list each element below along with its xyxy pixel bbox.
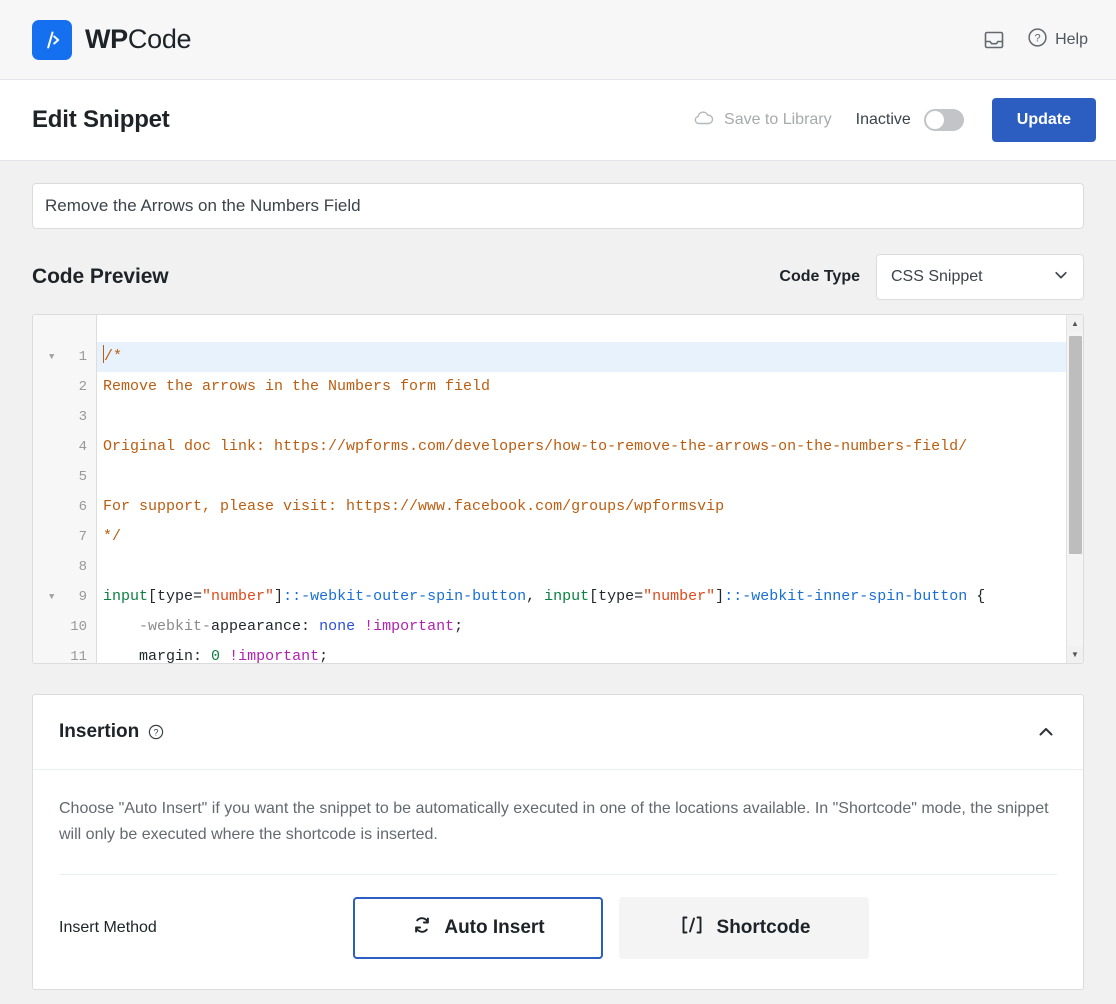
auto-insert-button[interactable]: Auto Insert	[353, 897, 603, 959]
snippet-title-input[interactable]	[32, 183, 1084, 229]
insert-method-row: Insert Method Auto Insert Shortcode	[59, 875, 1057, 989]
chevron-down-icon	[1053, 267, 1069, 288]
code-type-value: CSS Snippet	[891, 268, 983, 285]
cloud-icon	[693, 110, 715, 131]
code-editor[interactable]: ▼ 1 2 3 4 5 6 7 8 ▼ 9 10 11 /* Remove the …	[32, 314, 1084, 664]
shortcode-label: Shortcode	[716, 917, 811, 938]
code-line-11[interactable]: margin: 0 !important;	[97, 642, 1083, 663]
page-header: Edit Snippet Save to Library Inactive Up…	[0, 80, 1116, 161]
code-line-5[interactable]	[97, 462, 1083, 492]
line-number[interactable]: 5	[33, 462, 96, 492]
fold-arrow-icon[interactable]: ▼	[49, 582, 54, 612]
line-number[interactable]: 10	[33, 612, 96, 642]
code-line-7[interactable]: */	[97, 522, 1083, 552]
line-number[interactable]: ▼ 1	[33, 342, 96, 372]
help-link[interactable]: ? Help	[1027, 27, 1088, 53]
update-button[interactable]: Update	[991, 98, 1096, 142]
code-preview-header: Code Preview Code Type CSS Snippet	[32, 254, 1084, 300]
code-line-4[interactable]: Original doc link: https://wpforms.com/d…	[97, 432, 1083, 462]
code-line-1[interactable]: /*	[97, 342, 1083, 372]
scrollbar-track[interactable]	[1067, 332, 1084, 646]
code-line-8[interactable]	[97, 552, 1083, 582]
snippet-active-toggle[interactable]	[923, 109, 964, 131]
save-to-library-label: Save to Library	[724, 111, 832, 128]
help-label: Help	[1055, 30, 1088, 48]
insertion-title: Insertion	[59, 721, 140, 742]
line-number[interactable]: 3	[33, 402, 96, 432]
code-editor-scrollbar[interactable]: ▲ ▼	[1066, 315, 1083, 663]
inbox-icon[interactable]	[983, 29, 1005, 51]
code-type-label: Code Type	[779, 268, 860, 285]
wpcode-logo[interactable]: WPCode	[32, 19, 192, 60]
insertion-panel-header[interactable]: Insertion ?	[33, 695, 1083, 770]
code-type-control: Code Type CSS Snippet	[779, 254, 1084, 300]
fold-arrow-icon[interactable]: ▼	[49, 342, 54, 372]
shortcode-icon	[678, 914, 706, 942]
code-editor-text[interactable]: /* Remove the arrows in the Numbers form…	[97, 315, 1083, 663]
scrollbar-thumb[interactable]	[1068, 336, 1082, 554]
brand-bold: WP	[85, 24, 128, 54]
svg-text:?: ?	[1035, 32, 1041, 44]
insert-method-options: Auto Insert Shortcode	[353, 897, 869, 959]
insertion-panel-body: Choose "Auto Insert" if you want the sni…	[33, 770, 1083, 989]
code-preview-title: Code Preview	[32, 265, 169, 288]
caret-up-icon[interactable]: ▲	[1066, 315, 1083, 332]
sync-icon	[411, 914, 433, 942]
question-circle-icon: ?	[1027, 27, 1048, 53]
code-line-9[interactable]: input[type="number"]::-webkit-outer-spin…	[97, 582, 1083, 612]
line-number[interactable]: 8	[33, 552, 96, 582]
line-number[interactable]: 7	[33, 522, 96, 552]
page-title: Edit Snippet	[32, 106, 170, 133]
code-line-3[interactable]	[97, 402, 1083, 432]
code-line-2-text: Remove the arrows in the Numbers form fi…	[103, 378, 491, 395]
code-line-2[interactable]: Remove the arrows in the Numbers form fi…	[97, 372, 1083, 402]
app-topbar: WPCode ? Help	[0, 0, 1116, 80]
auto-insert-label: Auto Insert	[444, 917, 545, 938]
line-number[interactable]: 2	[33, 372, 96, 402]
code-line-10[interactable]: -webkit-appearance: none !important;	[97, 612, 1083, 642]
question-circle-icon[interactable]: ?	[148, 724, 164, 740]
main-content: Code Preview Code Type CSS Snippet ▼1 2 …	[0, 161, 1116, 990]
brand-light: Code	[127, 24, 192, 54]
svg-text:?: ?	[154, 727, 159, 737]
code-line-7-text: */	[103, 528, 122, 545]
wpcode-logo-mark	[32, 19, 72, 60]
line-number[interactable]: 4	[33, 432, 96, 462]
code-type-select[interactable]: CSS Snippet	[876, 254, 1084, 300]
wpcode-logo-text: WPCode	[85, 24, 192, 55]
code-line-1-text: /*	[104, 348, 123, 365]
line-number[interactable]: 6	[33, 492, 96, 522]
line-number[interactable]: 11	[33, 642, 96, 663]
line-number[interactable]: ▼ 9	[33, 582, 96, 612]
toggle-knob	[925, 111, 944, 129]
topbar-actions: ? Help	[983, 27, 1096, 53]
insertion-description: Choose "Auto Insert" if you want the sni…	[59, 800, 1049, 843]
chevron-up-icon[interactable]	[1035, 721, 1057, 743]
code-line-6-text: For support, please visit: https://www.f…	[103, 498, 725, 515]
insertion-panel: Insertion ? Choose "Auto Insert" if you …	[32, 694, 1084, 990]
caret-down-icon[interactable]: ▼	[1066, 646, 1083, 663]
insert-method-label: Insert Method	[59, 919, 157, 936]
snippet-status-label: Inactive	[855, 111, 911, 128]
header-actions: Save to Library Inactive Update	[693, 98, 1096, 142]
save-to-library-button[interactable]: Save to Library	[693, 110, 832, 131]
code-line-6[interactable]: For support, please visit: https://www.f…	[97, 492, 1083, 522]
code-editor-gutter: ▼ 1 2 3 4 5 6 7 8 ▼ 9 10 11	[33, 315, 97, 663]
shortcode-button[interactable]: Shortcode	[619, 897, 869, 959]
code-line-4-text: Original doc link: https://wpforms.com/d…	[103, 438, 968, 455]
